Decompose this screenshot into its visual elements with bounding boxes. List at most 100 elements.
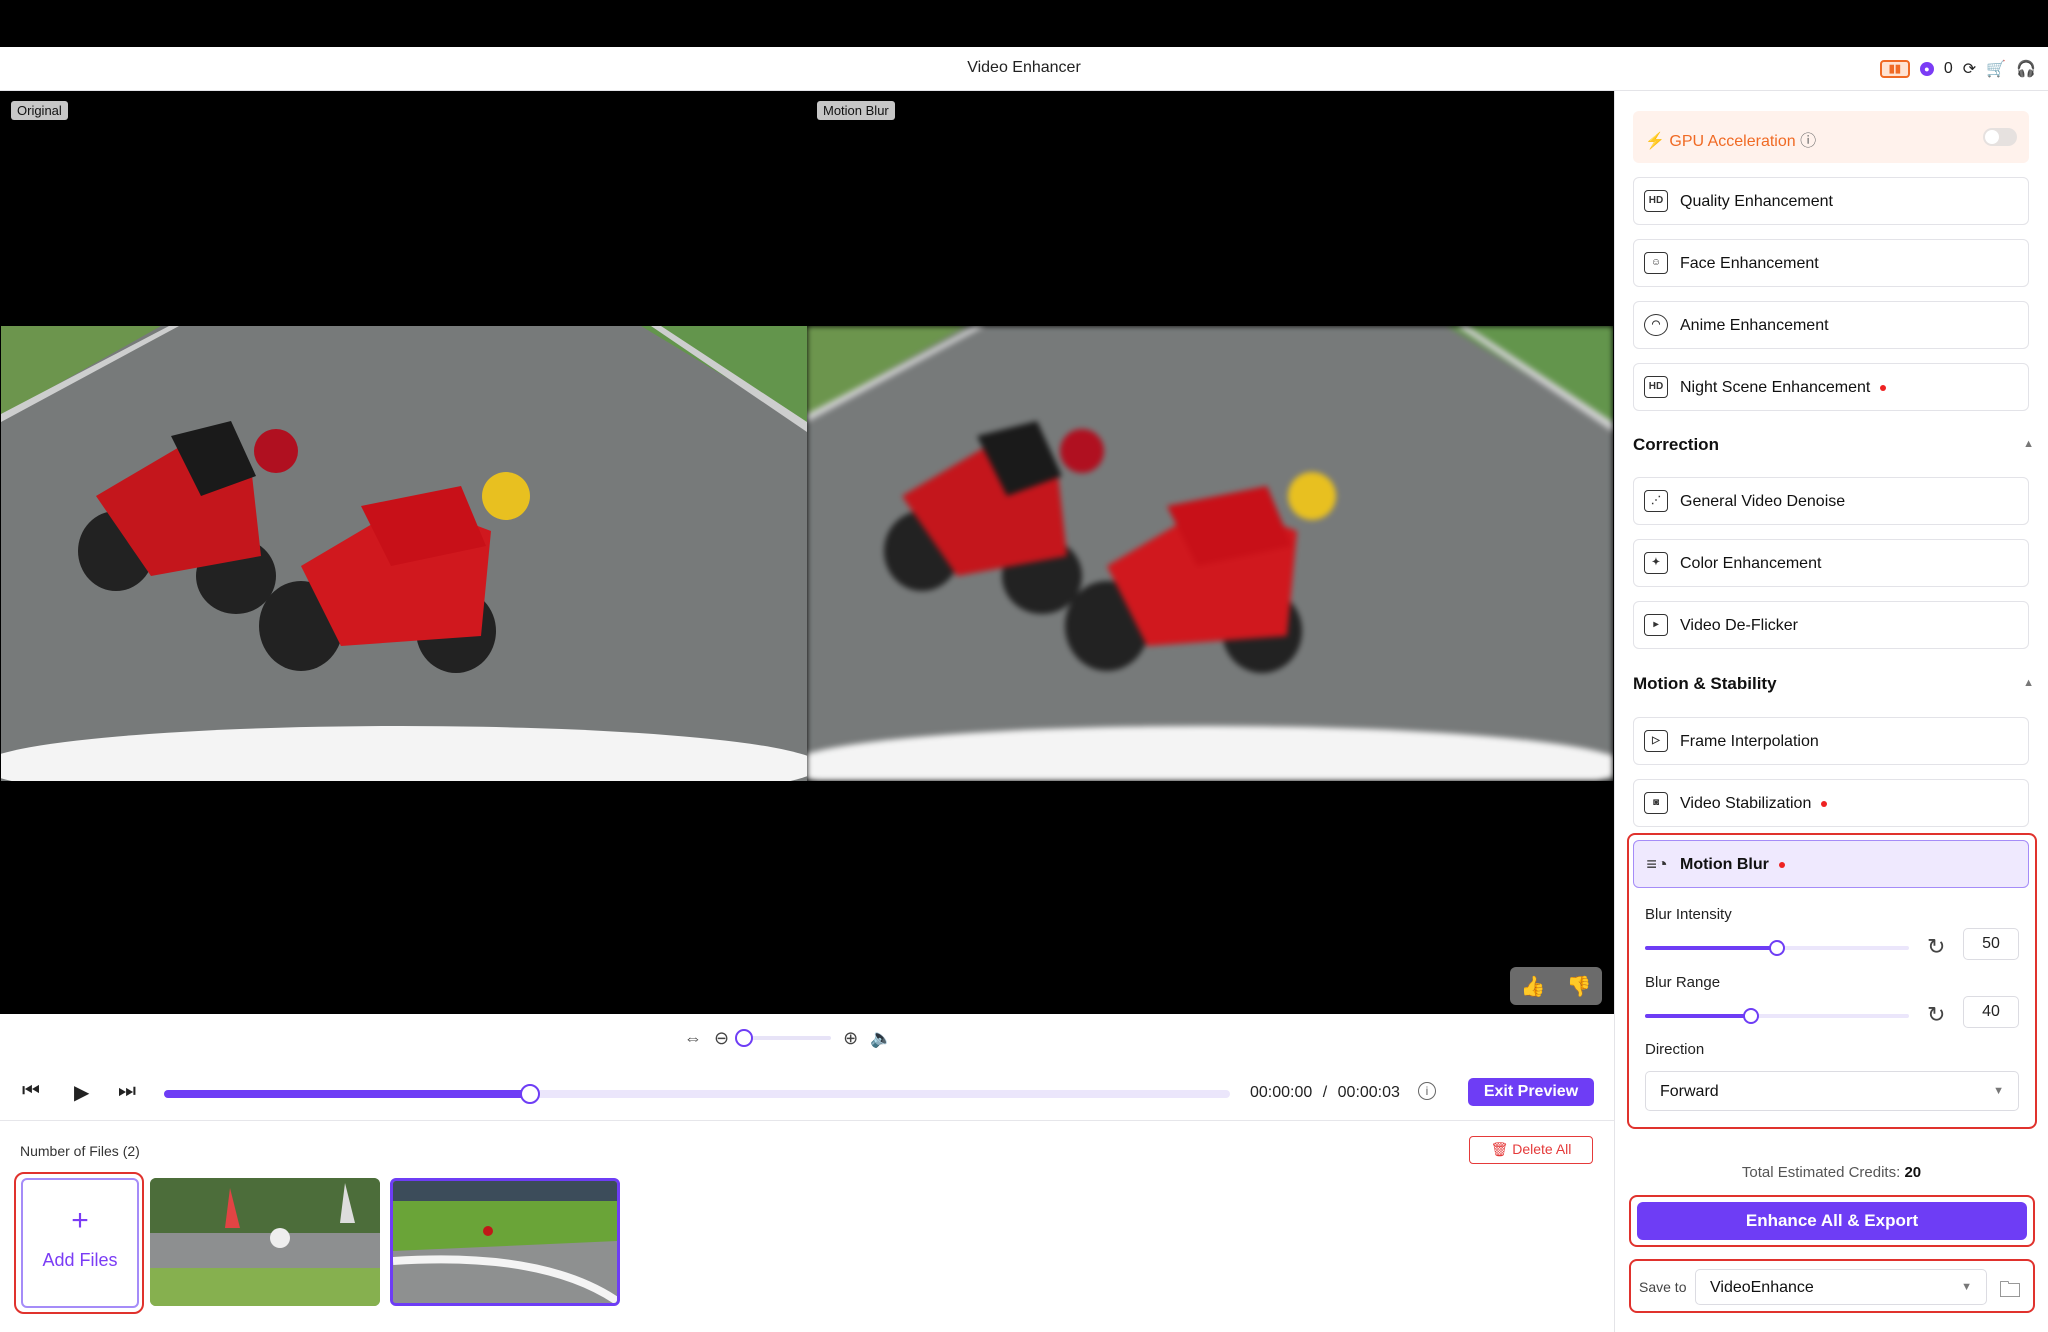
current-time: 00:00:00 <box>1250 1084 1313 1101</box>
fit-width-icon[interactable]: ⇔ <box>684 1028 702 1049</box>
collapse-caret-icon[interactable]: ▲ <box>2023 438 2034 450</box>
feature-general-video-denoise[interactable]: ⋰ General Video Denoise <box>1633 477 2029 525</box>
feature-motion-blur[interactable]: ≡◔ Motion Blur <box>1633 840 2029 888</box>
color-icon: ✦ <box>1644 552 1668 574</box>
progress-track[interactable] <box>164 1084 1230 1104</box>
feature-label-text: Motion Blur <box>1680 856 1769 873</box>
file-thumbnail-1[interactable] <box>150 1178 380 1306</box>
blur-range-slider[interactable] <box>1645 1008 1909 1024</box>
slider-thumb[interactable] <box>1769 940 1785 956</box>
volume-icon[interactable]: 🔈 <box>870 1028 892 1049</box>
feature-frame-interpolation[interactable]: ▷ Frame Interpolation <box>1633 717 2029 765</box>
motion-blur-icon: ≡◔ <box>1646 854 1668 874</box>
credits-count: 0 <box>1943 60 1953 77</box>
feature-night-scene-enhancement[interactable]: HD Night Scene Enhancement <box>1633 363 2029 411</box>
feature-label-text: Night Scene Enhancement <box>1680 379 1871 396</box>
title-bar-icons: ▮▮ ● 0 ⟳ 🛒 🎧 <box>1879 55 2036 83</box>
divider <box>0 1120 1614 1121</box>
feature-label: Color Enhancement <box>1680 555 1822 572</box>
add-files-button[interactable]: + Add Files <box>21 1178 139 1308</box>
feature-color-enhancement[interactable]: ✦ Color Enhancement <box>1633 539 2029 587</box>
original-frame <box>1 326 807 781</box>
gpu-toggle[interactable] <box>1983 128 2017 146</box>
section-motion-stability-title[interactable]: Motion & Stability <box>1633 674 1777 694</box>
enhance-all-export-button[interactable]: Enhance All & Export <box>1637 1202 2027 1240</box>
credits-badge-icon[interactable]: ▮▮ <box>1879 60 1910 78</box>
lightning-icon: ⚡ <box>1645 133 1665 150</box>
feature-label: Night Scene Enhancement <box>1680 379 1887 397</box>
time-display: 00:00:00 / 00:00:03 <box>1250 1084 1400 1102</box>
denoise-icon: ⋰ <box>1644 490 1668 512</box>
feature-face-enhancement[interactable]: ☺ Face Enhancement <box>1633 239 2029 287</box>
motion-blur-pane: Motion Blur <box>807 91 1613 1014</box>
original-label: Original <box>11 101 68 120</box>
slider-fill <box>1645 1014 1751 1018</box>
save-to-select[interactable]: VideoEnhance ▼ <box>1695 1269 1987 1305</box>
night-hd-icon: HD <box>1644 376 1668 398</box>
exit-preview-button[interactable]: Exit Preview <box>1468 1078 1594 1106</box>
reset-icon[interactable]: ↻ <box>1927 934 1945 960</box>
chevron-down-icon: ▼ <box>1993 1085 2004 1097</box>
playback-bar: ⏮ ▶ ⏭ 00:00:00 / 00:00:03 i Exit Preview <box>0 1074 1614 1110</box>
save-to-value: VideoEnhance <box>1710 1279 1814 1296</box>
feature-quality-enhancement[interactable]: HD Quality Enhancement <box>1633 177 2029 225</box>
section-correction-title[interactable]: Correction <box>1633 435 1719 455</box>
zoom-in-icon[interactable]: ⊕ <box>843 1028 858 1049</box>
cart-icon[interactable]: 🛒 <box>1986 59 2006 79</box>
feature-video-stabilization[interactable]: ◙ Video Stabilization <box>1633 779 2029 827</box>
coin-icon: ● <box>1919 62 1934 76</box>
face-scan-icon: ☺ <box>1644 252 1668 274</box>
slider-fill <box>1645 946 1777 950</box>
blur-intensity-value[interactable]: 50 <box>1963 928 2019 960</box>
total-credits: Total Estimated Credits: 20 <box>1615 1164 2048 1181</box>
reset-icon[interactable]: ↻ <box>1927 1002 1945 1028</box>
hd-icon: HD <box>1644 190 1668 212</box>
zoom-toolbar: ⇔ ⊖ ⊕ 🔈 <box>684 1025 893 1051</box>
delete-all-button[interactable]: 🗑 Delete All <box>1469 1136 1593 1164</box>
frame-icon: ▷ <box>1644 730 1668 752</box>
anime-icon: ◠ <box>1644 314 1668 336</box>
feature-label: Quality Enhancement <box>1680 193 1833 210</box>
files-count-label: Number of Files (2) <box>20 1143 140 1159</box>
settings-sidebar: ⚡ GPU Acceleration ⓘ HD Quality Enhancem… <box>1614 91 2048 1332</box>
stabilize-icon: ◙ <box>1644 792 1668 814</box>
collapse-caret-icon[interactable]: ▲ <box>2023 677 2034 689</box>
trash-icon: 🗑 <box>1490 1141 1509 1157</box>
folder-icon[interactable]: 🗀 <box>1999 1273 2021 1311</box>
top-black-bar <box>0 0 2048 47</box>
motion-blur-label: Motion Blur <box>817 101 895 120</box>
zoom-slider-thumb[interactable] <box>735 1029 754 1047</box>
preview-area: Original Motion Blur 👍 👎 <box>0 91 1614 1014</box>
thumbs-up-icon[interactable]: 👍 <box>1521 974 1546 999</box>
next-frame-icon[interactable]: ⏭ <box>118 1080 136 1103</box>
zoom-out-icon[interactable]: ⊖ <box>714 1028 729 1049</box>
feature-label: Motion Blur <box>1680 856 1785 874</box>
feature-label-text: Video Stabilization <box>1680 795 1812 812</box>
blur-range-label: Blur Range <box>1645 974 1721 991</box>
original-pane: Original <box>1 91 807 1014</box>
motion-blur-frame <box>807 326 1613 781</box>
thumbs-down-icon[interactable]: 👎 <box>1567 974 1592 999</box>
title-bar: Video Enhancer ▮▮ ● 0 ⟳ 🛒 🎧 <box>0 47 2048 91</box>
direction-select[interactable]: Forward ▼ <box>1645 1071 2019 1111</box>
info-icon[interactable]: i <box>1418 1082 1436 1100</box>
previous-frame-icon[interactable]: ⏮ <box>22 1080 40 1103</box>
time-separator: / <box>1322 1084 1328 1101</box>
progress-thumb[interactable] <box>519 1084 540 1104</box>
blur-intensity-slider[interactable] <box>1645 940 1909 956</box>
window-title: Video Enhancer <box>967 59 1081 76</box>
play-icon[interactable]: ▶ <box>74 1080 89 1105</box>
feature-video-de-flicker[interactable]: ▸ Video De-Flicker <box>1633 601 2029 649</box>
gpu-label: GPU Acceleration <box>1669 133 1796 150</box>
zoom-slider[interactable] <box>735 1029 832 1047</box>
save-to-label: Save to <box>1639 1279 1687 1295</box>
total-time: 00:00:03 <box>1337 1084 1400 1101</box>
slider-thumb[interactable] <box>1742 1008 1759 1024</box>
info-icon[interactable]: ⓘ <box>1800 133 1816 150</box>
feature-anime-enhancement[interactable]: ◠ Anime Enhancement <box>1633 301 2029 349</box>
file-thumbnail-2[interactable] <box>390 1178 620 1306</box>
gpu-acceleration-row: ⚡ GPU Acceleration ⓘ <box>1633 111 2029 163</box>
refresh-icon[interactable]: ⟳ <box>1963 59 1976 79</box>
blur-range-value[interactable]: 40 <box>1963 996 2019 1028</box>
support-headset-icon[interactable]: 🎧 <box>2016 59 2036 79</box>
